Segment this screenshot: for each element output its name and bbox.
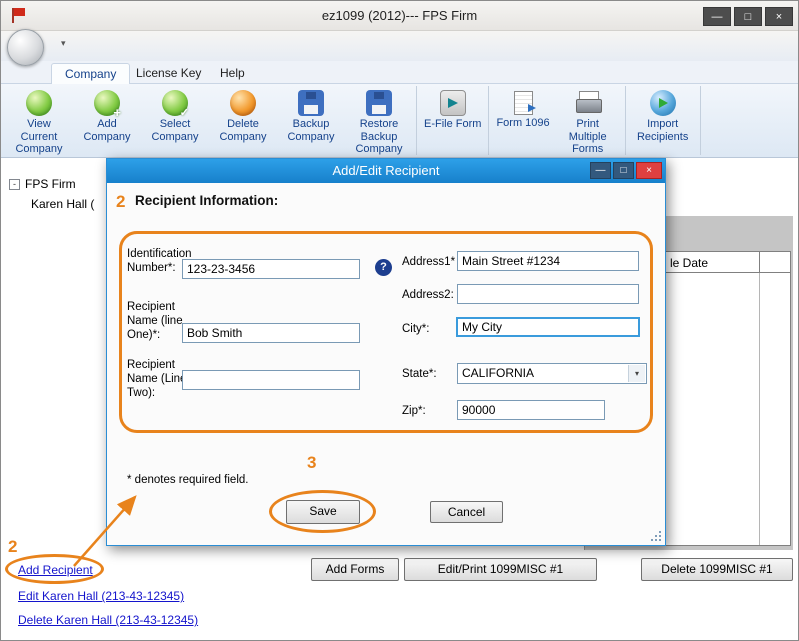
address1-input[interactable] (457, 251, 639, 271)
chevron-down-icon[interactable]: ▾ (628, 365, 645, 382)
required-field-note: * denotes required field. (127, 474, 248, 486)
tab-help[interactable]: Help (207, 63, 258, 84)
state-label: State*: (402, 367, 437, 381)
dialog-titlebar: Add/Edit Recipient (107, 159, 665, 183)
add-company-icon (94, 90, 120, 116)
ribbon-button-import-recipients[interactable]: Import Recipients (629, 84, 697, 157)
address2-input[interactable] (457, 284, 639, 304)
zip-label: Zip*: (402, 404, 426, 418)
edit-recipient-link[interactable]: Edit Karen Hall (213-43-12345) (18, 589, 184, 603)
view-company-icon (26, 90, 52, 116)
edit-print-1099misc-button[interactable]: Edit/Print 1099MISC #1 (404, 558, 597, 581)
ribbon-button-delete-company[interactable]: Delete Company (209, 84, 277, 157)
ribbon-separator (625, 86, 626, 155)
tab-license-key[interactable]: License Key (123, 63, 214, 84)
annotation-step-3: 3 (307, 453, 316, 473)
form-1096-icon (514, 91, 533, 115)
dialog-close-button[interactable]: × (636, 162, 662, 179)
tree-item-fps-firm[interactable]: FPS Firm (25, 177, 76, 191)
zip-input[interactable] (457, 400, 605, 420)
ribbon-button-add-company[interactable]: Add Company (73, 84, 141, 157)
save-button[interactable]: Save (286, 500, 360, 524)
add-forms-button[interactable]: Add Forms (311, 558, 399, 581)
ribbon-tab-bar: Company License Key Help (1, 61, 798, 84)
select-company-icon (162, 90, 188, 116)
ribbon-button-label: Add Company (77, 118, 137, 143)
backup-company-icon (298, 90, 324, 116)
ribbon-separator (488, 86, 489, 155)
ribbon-separator (416, 86, 417, 155)
cancel-button[interactable]: Cancel (430, 501, 503, 523)
city-input[interactable] (456, 317, 640, 337)
add-edit-recipient-dialog: Add/Edit Recipient — □ × Recipient Infor… (106, 158, 666, 546)
import-recipients-icon (650, 90, 676, 116)
tree-collapse-icon[interactable]: - (9, 179, 20, 190)
ribbon-button-view-current-company[interactable]: View Current Company (5, 84, 73, 157)
efile-form-icon (440, 90, 466, 116)
ribbon-button-label: View Current Company (9, 118, 69, 156)
minimize-button[interactable]: — (703, 7, 731, 26)
dialog-minimize-button[interactable]: — (590, 162, 611, 179)
ribbon-button-print-multiple-forms[interactable]: Print Multiple Forms (554, 84, 622, 157)
ribbon-button-label: E-File Form (424, 118, 481, 131)
annotation-step-2: 2 (116, 192, 125, 212)
tab-company[interactable]: Company (51, 63, 130, 84)
address1-label: Address1* (402, 255, 455, 269)
quick-access-toolbar (1, 31, 798, 61)
delete-company-icon (230, 90, 256, 116)
quick-access-dropdown-icon[interactable]: ▾ (61, 38, 66, 49)
help-icon[interactable]: ? (375, 259, 392, 276)
ribbon-button-backup-company[interactable]: Backup Company (277, 84, 345, 157)
ribbon-button-label: Select Company (145, 118, 205, 143)
dialog-maximize-button[interactable]: □ (613, 162, 634, 179)
ribbon-button-label: Print Multiple Forms (558, 118, 618, 156)
close-button[interactable]: × (765, 7, 793, 26)
annotation-step-2-link: 2 (8, 537, 17, 557)
maximize-button[interactable]: □ (734, 7, 762, 26)
print-multiple-forms-icon (575, 90, 601, 116)
recipient-information-heading: Recipient Information: (135, 193, 278, 208)
city-label: City*: (402, 322, 429, 336)
address2-label: Address2: (402, 288, 454, 302)
ribbon-button-efile-form[interactable]: E-File Form (420, 84, 485, 157)
ribbon-button-label: Import Recipients (633, 118, 693, 143)
ribbon-button-label: Delete Company (213, 118, 273, 143)
application-orb-button[interactable] (7, 29, 44, 66)
window-title: ez1099 (2012)--- FPS Firm (1, 8, 798, 23)
ribbon-separator (700, 86, 701, 155)
tree-item-karen-hall[interactable]: Karen Hall ( (31, 197, 94, 211)
ribbon-button-label: Form 1096 (496, 117, 549, 130)
app-window: ez1099 (2012)--- FPS Firm — □ × ▾ Compan… (0, 0, 799, 641)
state-select[interactable]: CALIFORNIA ▾ (457, 363, 647, 384)
delete-recipient-link[interactable]: Delete Karen Hall (213-43-12345) (18, 613, 198, 627)
table-column-header[interactable]: le Date (670, 256, 708, 270)
window-titlebar: ez1099 (2012)--- FPS Firm — □ × (1, 1, 798, 31)
ribbon-button-form-1096[interactable]: Form 1096 (492, 84, 553, 157)
ribbon-button-select-company[interactable]: Select Company (141, 84, 209, 157)
ribbon-button-label: Backup Company (281, 118, 341, 143)
state-select-value: CALIFORNIA (462, 366, 534, 380)
resize-grip[interactable] (649, 531, 651, 533)
identification-number-input[interactable] (182, 259, 360, 279)
add-recipient-link[interactable]: Add Recipient (18, 563, 93, 577)
ribbon: View Current Company Add Company Select … (1, 84, 798, 158)
delete-1099misc-button[interactable]: Delete 1099MISC #1 (641, 558, 793, 581)
ribbon-button-label: Restore Backup Company (349, 118, 409, 156)
recipient-name-line-one-input[interactable] (182, 323, 360, 343)
ribbon-button-restore-backup-company[interactable]: Restore Backup Company (345, 84, 413, 157)
recipient-name-line-two-input[interactable] (182, 370, 360, 390)
restore-backup-icon (366, 90, 392, 116)
